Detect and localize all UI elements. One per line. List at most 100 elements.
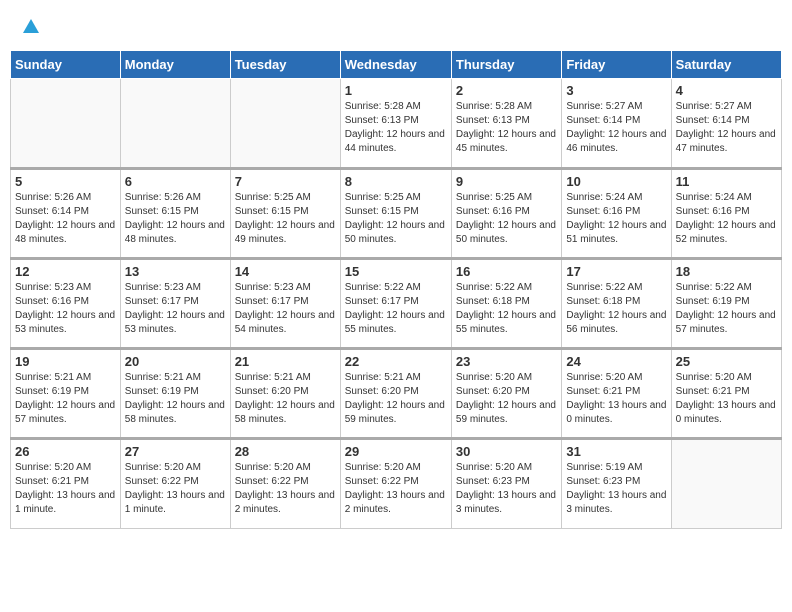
day-info: Sunrise: 5:24 AMSunset: 6:16 PMDaylight:…	[676, 191, 777, 247]
calendar-cell: 20 Sunrise: 5:21 AMSunset: 6:19 PMDayligh…	[120, 349, 230, 439]
day-info: Sunrise: 5:28 AMSunset: 6:13 PMDaylight:…	[345, 100, 447, 156]
weekday-header-wednesday: Wednesday	[340, 51, 451, 79]
day-info: Sunrise: 5:20 AMSunset: 6:20 PMDaylight:…	[456, 371, 557, 427]
calendar-cell: 1 Sunrise: 5:28 AMSunset: 6:13 PMDaylight…	[340, 79, 451, 169]
day-number: 5	[15, 174, 116, 189]
day-number: 27	[125, 444, 226, 459]
calendar-cell: 7Sunrise: 5:25 AMSunset: 6:15 PMDaylight…	[230, 169, 340, 259]
day-info: Sunrise: 5:20 AMSunset: 6:23 PMDaylight:…	[456, 461, 557, 517]
day-info: Sunrise: 5:20 AMSunset: 6:21 PMDaylight:…	[566, 371, 666, 427]
calendar-cell: 13 Sunrise: 5:23 AMSunset: 6:17 PMDayligh…	[120, 259, 230, 349]
day-number: 16	[456, 264, 557, 279]
calendar-cell: 18 Sunrise: 5:22 AMSunset: 6:19 PMDayligh…	[671, 259, 781, 349]
calendar-cell: 25 Sunrise: 5:20 AMSunset: 6:21 PMDayligh…	[671, 349, 781, 439]
calendar-cell: 4 Sunrise: 5:27 AMSunset: 6:14 PMDaylight…	[671, 79, 781, 169]
day-number: 21	[235, 354, 336, 369]
day-info: Sunrise: 5:26 AMSunset: 6:15 PMDaylight:…	[125, 191, 226, 247]
day-number: 23	[456, 354, 557, 369]
calendar-cell: 24 Sunrise: 5:20 AMSunset: 6:21 PMDayligh…	[562, 349, 671, 439]
calendar-cell: 21Sunrise: 5:21 AMSunset: 6:20 PMDayligh…	[230, 349, 340, 439]
day-number: 11	[676, 174, 777, 189]
day-number: 14	[235, 264, 336, 279]
day-number: 10	[566, 174, 666, 189]
day-info: Sunrise: 5:24 AMSunset: 6:16 PMDaylight:…	[566, 191, 666, 247]
calendar-cell: 19 Sunrise: 5:21 AMSunset: 6:19 PMDayligh…	[11, 349, 121, 439]
weekday-header-monday: Monday	[120, 51, 230, 79]
day-number: 4	[676, 83, 777, 98]
day-number: 24	[566, 354, 666, 369]
logo	[20, 15, 40, 35]
calendar-cell: 6 Sunrise: 5:26 AMSunset: 6:15 PMDaylight…	[120, 169, 230, 259]
calendar-cell: 8 Sunrise: 5:25 AMSunset: 6:15 PMDaylight…	[340, 169, 451, 259]
day-number: 18	[676, 264, 777, 279]
day-number: 30	[456, 444, 557, 459]
day-info: Sunrise: 5:23 AMSunset: 6:17 PMDaylight:…	[235, 281, 336, 337]
day-info: Sunrise: 5:20 AMSunset: 6:22 PMDaylight:…	[235, 461, 336, 517]
calendar-cell: 5 Sunrise: 5:26 AMSunset: 6:14 PMDaylight…	[11, 169, 121, 259]
calendar-cell: 16 Sunrise: 5:22 AMSunset: 6:18 PMDayligh…	[451, 259, 561, 349]
calendar-cell: 2 Sunrise: 5:28 AMSunset: 6:13 PMDaylight…	[451, 79, 561, 169]
day-info: Sunrise: 5:21 AMSunset: 6:19 PMDaylight:…	[125, 371, 226, 427]
day-info: Sunrise: 5:23 AMSunset: 6:17 PMDaylight:…	[125, 281, 226, 337]
calendar-week-row: 26 Sunrise: 5:20 AMSunset: 6:21 PMDayligh…	[11, 439, 782, 529]
day-number: 12	[15, 264, 116, 279]
day-info: Sunrise: 5:22 AMSunset: 6:17 PMDaylight:…	[345, 281, 447, 337]
day-number: 19	[15, 354, 116, 369]
day-info: Sunrise: 5:20 AMSunset: 6:22 PMDaylight:…	[345, 461, 447, 517]
day-info: Sunrise: 5:21 AMSunset: 6:19 PMDaylight:…	[15, 371, 116, 427]
calendar-cell: 14 Sunrise: 5:23 AMSunset: 6:17 PMDayligh…	[230, 259, 340, 349]
calendar-cell: 9Sunrise: 5:25 AMSunset: 6:16 PMDaylight…	[451, 169, 561, 259]
day-number: 6	[125, 174, 226, 189]
weekday-header-friday: Friday	[562, 51, 671, 79]
day-number: 8	[345, 174, 447, 189]
calendar-cell: 27 Sunrise: 5:20 AMSunset: 6:22 PMDayligh…	[120, 439, 230, 529]
calendar-week-row: 19 Sunrise: 5:21 AMSunset: 6:19 PMDayligh…	[11, 349, 782, 439]
calendar-cell: 3Sunrise: 5:27 AMSunset: 6:14 PMDaylight…	[562, 79, 671, 169]
day-info: Sunrise: 5:20 AMSunset: 6:22 PMDaylight:…	[125, 461, 226, 517]
day-number: 28	[235, 444, 336, 459]
day-info: Sunrise: 5:25 AMSunset: 6:15 PMDaylight:…	[345, 191, 447, 247]
day-info: Sunrise: 5:20 AMSunset: 6:21 PMDaylight:…	[15, 461, 116, 517]
day-number: 17	[566, 264, 666, 279]
calendar-cell: 12 Sunrise: 5:23 AMSunset: 6:16 PMDayligh…	[11, 259, 121, 349]
calendar-week-row: 5 Sunrise: 5:26 AMSunset: 6:14 PMDaylight…	[11, 169, 782, 259]
calendar-cell: 29 Sunrise: 5:20 AMSunset: 6:22 PMDayligh…	[340, 439, 451, 529]
calendar-cell	[230, 79, 340, 169]
day-info: Sunrise: 5:26 AMSunset: 6:14 PMDaylight:…	[15, 191, 116, 247]
day-info: Sunrise: 5:20 AMSunset: 6:21 PMDaylight:…	[676, 371, 777, 427]
day-info: Sunrise: 5:28 AMSunset: 6:13 PMDaylight:…	[456, 100, 557, 156]
day-number: 31	[566, 444, 666, 459]
calendar-header-row: SundayMondayTuesdayWednesdayThursdayFrid…	[11, 51, 782, 79]
day-number: 20	[125, 354, 226, 369]
day-number: 26	[15, 444, 116, 459]
day-info: Sunrise: 5:21 AMSunset: 6:20 PMDaylight:…	[345, 371, 447, 427]
weekday-header-tuesday: Tuesday	[230, 51, 340, 79]
weekday-header-thursday: Thursday	[451, 51, 561, 79]
day-number: 2	[456, 83, 557, 98]
day-number: 13	[125, 264, 226, 279]
calendar-cell: 30 Sunrise: 5:20 AMSunset: 6:23 PMDayligh…	[451, 439, 561, 529]
calendar-cell: 15 Sunrise: 5:22 AMSunset: 6:17 PMDayligh…	[340, 259, 451, 349]
day-info: Sunrise: 5:22 AMSunset: 6:19 PMDaylight:…	[676, 281, 777, 337]
calendar-cell	[120, 79, 230, 169]
day-number: 9	[456, 174, 557, 189]
calendar-cell: 17Sunrise: 5:22 AMSunset: 6:18 PMDayligh…	[562, 259, 671, 349]
day-info: Sunrise: 5:27 AMSunset: 6:14 PMDaylight:…	[676, 100, 777, 156]
day-number: 1	[345, 83, 447, 98]
day-number: 3	[566, 83, 666, 98]
day-info: Sunrise: 5:23 AMSunset: 6:16 PMDaylight:…	[15, 281, 116, 337]
day-info: Sunrise: 5:19 AMSunset: 6:23 PMDaylight:…	[566, 461, 666, 517]
day-number: 29	[345, 444, 447, 459]
calendar-cell: 26 Sunrise: 5:20 AMSunset: 6:21 PMDayligh…	[11, 439, 121, 529]
calendar-cell	[11, 79, 121, 169]
calendar-cell: 31 Sunrise: 5:19 AMSunset: 6:23 PMDayligh…	[562, 439, 671, 529]
calendar-cell: 28 Sunrise: 5:20 AMSunset: 6:22 PMDayligh…	[230, 439, 340, 529]
day-number: 15	[345, 264, 447, 279]
calendar-cell	[671, 439, 781, 529]
day-info: Sunrise: 5:22 AMSunset: 6:18 PMDaylight:…	[456, 281, 557, 337]
day-number: 25	[676, 354, 777, 369]
page-header	[10, 10, 782, 40]
calendar-week-row: 12 Sunrise: 5:23 AMSunset: 6:16 PMDayligh…	[11, 259, 782, 349]
day-number: 22	[345, 354, 447, 369]
calendar-cell: 23 Sunrise: 5:20 AMSunset: 6:20 PMDayligh…	[451, 349, 561, 439]
